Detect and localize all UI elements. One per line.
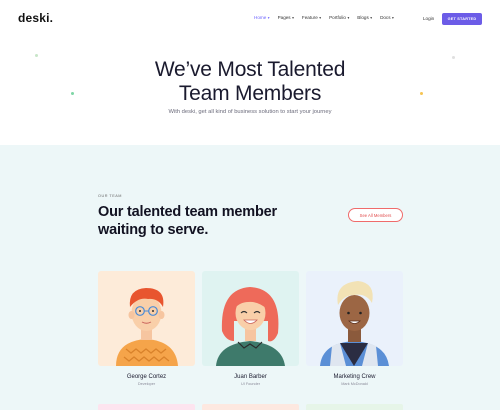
nav-label: Pages	[277, 15, 291, 20]
see-all-members-button[interactable]: See All Members	[348, 208, 403, 222]
logo[interactable]: deski.	[18, 11, 53, 25]
nav-item-home[interactable]: Home ▾	[254, 15, 270, 20]
hero-title-line1: We’ve Most Talented	[154, 58, 346, 81]
hero-subtitle: With deski, get all kind of business sol…	[168, 109, 332, 115]
chevron-down-icon: ▾	[347, 15, 350, 20]
team-card-peek	[306, 404, 403, 410]
sparkle-decoration	[420, 92, 423, 95]
hero-title: We’ve Most Talented Team Members	[0, 58, 500, 106]
sparkle-decoration	[71, 92, 74, 95]
chevron-down-icon: ▾	[292, 15, 294, 20]
team-section: OUR TEAM Our talented team member waitin…	[0, 145, 500, 410]
main-nav: Home ▾ Pages ▾ Feature ▾ Portfolio ▾ Blogs ▾ …	[254, 15, 402, 20]
team-member-card[interactable]	[98, 271, 195, 366]
team-member-card[interactable]	[202, 271, 299, 366]
chevron-down-icon: ▾	[267, 15, 270, 20]
nav-label: Docs	[380, 15, 391, 20]
nav-item-portfolio[interactable]: Portfolio ▾	[329, 15, 349, 20]
hero-title-line2: Team Members	[178, 82, 322, 105]
member-name: George Cortez	[126, 374, 167, 380]
get-started-button[interactable]: GET STARTED	[442, 13, 482, 25]
section-title: Our talented team member waiting to serv…	[98, 203, 318, 239]
member-role: Developer	[137, 382, 156, 386]
avatar-marketing	[320, 281, 389, 366]
login-link[interactable]: Login	[423, 16, 434, 21]
site-header: deski. Home ▾ Pages ▾ Feature ▾ Portfolio ▾ …	[0, 0, 500, 36]
nav-label: Home	[254, 15, 267, 20]
team-member-card[interactable]	[306, 271, 403, 366]
member-role: UI Founder	[241, 382, 260, 386]
nav-label: Portfolio	[329, 15, 346, 20]
team-card-peek	[202, 404, 299, 410]
nav-item-feature[interactable]: Feature ▾	[302, 15, 321, 20]
member-name: Juan Barber	[234, 374, 267, 380]
avatar-george	[116, 288, 178, 366]
section-title-line2: waiting to serve.	[98, 222, 209, 238]
chevron-down-icon: ▾	[370, 15, 373, 20]
avatar-juan	[216, 287, 285, 366]
sparkle-decoration	[452, 56, 455, 59]
nav-item-docs[interactable]: Docs ▾	[380, 15, 394, 20]
nav-item-blogs[interactable]: Blogs ▾	[357, 15, 372, 20]
nav-label: Blogs	[357, 15, 369, 20]
section-eyebrow: OUR TEAM	[98, 194, 122, 198]
sparkle-decoration	[35, 54, 38, 57]
team-card-peek	[98, 404, 195, 410]
chevron-down-icon: ▾	[319, 15, 322, 20]
nav-item-pages[interactable]: Pages ▾	[278, 15, 294, 20]
section-title-line1: Our talented team member	[98, 204, 277, 220]
hero-section: We’ve Most Talented Team Members With de…	[0, 36, 500, 145]
member-role: Mark McDonald	[341, 382, 368, 386]
nav-label: Feature	[301, 15, 318, 20]
chevron-down-icon: ▾	[392, 15, 394, 20]
member-name: Marketing Crew	[333, 374, 376, 380]
